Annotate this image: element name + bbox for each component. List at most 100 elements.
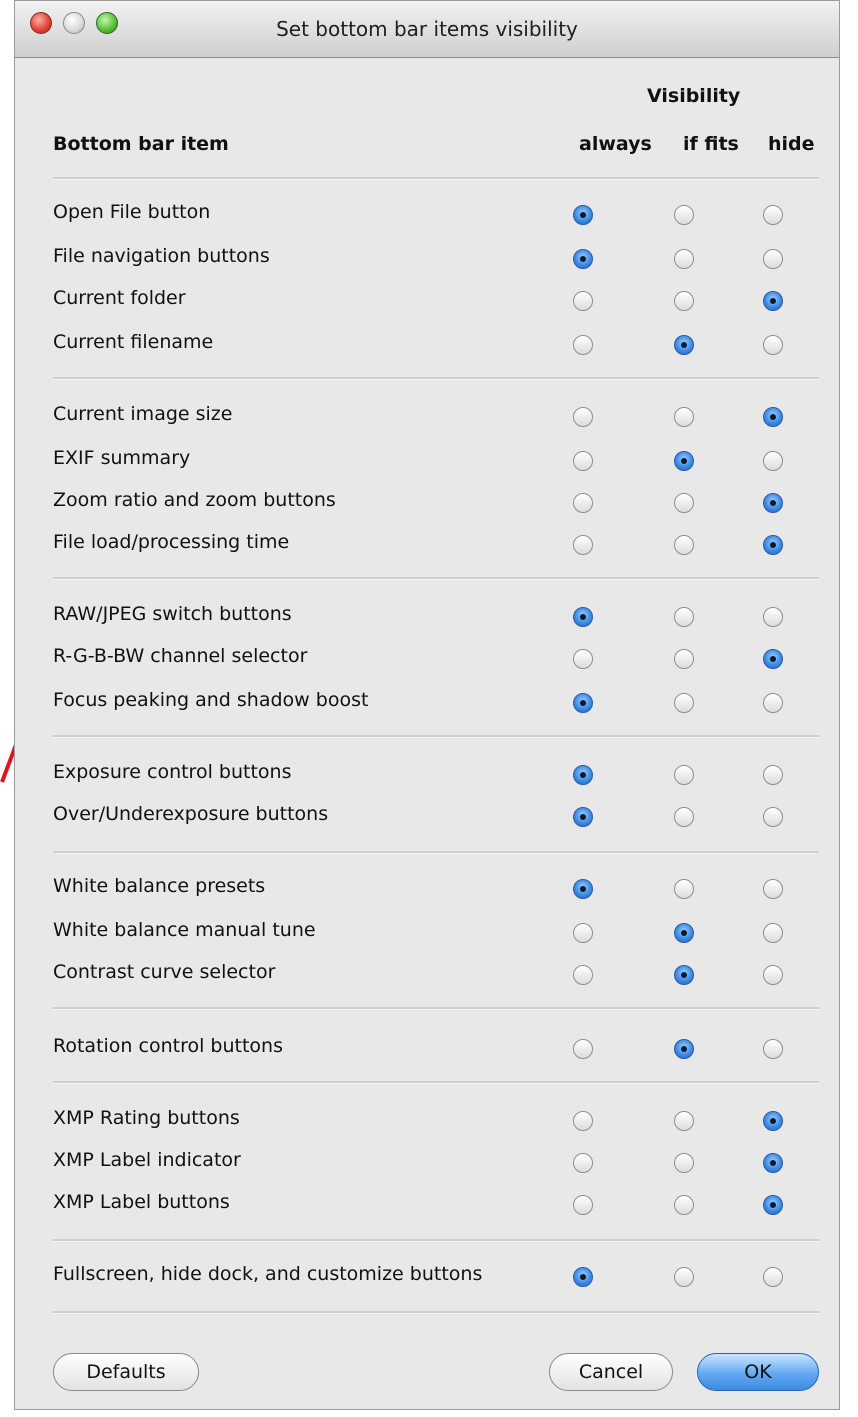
radio-hide[interactable] [763, 807, 783, 827]
radio-if-fits[interactable] [674, 1039, 694, 1059]
row-label: XMP Label indicator [53, 1149, 241, 1171]
row-label: Exposure control buttons [53, 761, 292, 783]
radio-always[interactable] [573, 879, 593, 899]
radio-if-fits[interactable] [674, 535, 694, 555]
radio-always[interactable] [573, 923, 593, 943]
radio-if-fits[interactable] [674, 335, 694, 355]
row-label: Current folder [53, 287, 186, 309]
radio-if-fits[interactable] [674, 1153, 694, 1173]
radio-hide[interactable] [763, 879, 783, 899]
radio-always[interactable] [573, 1153, 593, 1173]
group-separator [53, 1007, 819, 1010]
radio-if-fits[interactable] [674, 291, 694, 311]
radio-if-fits[interactable] [674, 965, 694, 985]
radio-always[interactable] [573, 1267, 593, 1287]
row-label: Contrast curve selector [53, 961, 276, 983]
radio-hide[interactable] [763, 205, 783, 225]
radio-hide[interactable] [763, 607, 783, 627]
row-label: RAW/JPEG switch buttons [53, 603, 292, 625]
radio-if-fits[interactable] [674, 607, 694, 627]
row-label: Focus peaking and shadow boost [53, 689, 369, 711]
row-label: White balance presets [53, 875, 266, 897]
radio-hide[interactable] [763, 1039, 783, 1059]
radio-always[interactable] [573, 607, 593, 627]
radio-if-fits[interactable] [674, 205, 694, 225]
radio-if-fits[interactable] [674, 249, 694, 269]
radio-always[interactable] [573, 493, 593, 513]
row-label: File navigation buttons [53, 245, 270, 267]
radio-if-fits[interactable] [674, 1267, 694, 1287]
row-label: Fullscreen, hide dock, and customize but… [53, 1263, 483, 1285]
radio-hide[interactable] [763, 923, 783, 943]
radio-always[interactable] [573, 807, 593, 827]
item-column-header: Bottom bar item [53, 133, 229, 155]
ok-button[interactable]: OK [697, 1353, 819, 1391]
radio-if-fits[interactable] [674, 407, 694, 427]
row-label: Over/Underexposure buttons [53, 803, 329, 825]
title-bar[interactable]: Set bottom bar items visibility [15, 1, 839, 58]
radio-always[interactable] [573, 649, 593, 669]
window-title: Set bottom bar items visibility [276, 17, 578, 41]
row-label: Current image size [53, 403, 233, 425]
radio-always[interactable] [573, 765, 593, 785]
radio-hide[interactable] [763, 965, 783, 985]
radio-if-fits[interactable] [674, 1195, 694, 1215]
radio-hide[interactable] [763, 649, 783, 669]
radio-always[interactable] [573, 965, 593, 985]
group-separator [53, 377, 819, 380]
radio-hide[interactable] [763, 451, 783, 471]
cancel-button[interactable]: Cancel [549, 1353, 673, 1391]
radio-always[interactable] [573, 407, 593, 427]
group-separator [53, 1239, 819, 1242]
row-label: Rotation control buttons [53, 1035, 283, 1057]
radio-always[interactable] [573, 1039, 593, 1059]
radio-hide[interactable] [763, 1267, 783, 1287]
radio-always[interactable] [573, 1195, 593, 1215]
group-separator [53, 1081, 819, 1084]
row-label: Open File button [53, 201, 211, 223]
radio-if-fits[interactable] [674, 1111, 694, 1131]
radio-hide[interactable] [763, 1153, 783, 1173]
row-label: EXIF summary [53, 447, 191, 469]
group-separator [53, 177, 819, 180]
always-column-header: always [579, 133, 652, 155]
radio-hide[interactable] [763, 1195, 783, 1215]
visibility-header: Visibility [647, 85, 741, 107]
radio-if-fits[interactable] [674, 693, 694, 713]
radio-hide[interactable] [763, 407, 783, 427]
radio-if-fits[interactable] [674, 807, 694, 827]
row-label: Zoom ratio and zoom buttons [53, 489, 336, 511]
radio-if-fits[interactable] [674, 451, 694, 471]
radio-hide[interactable] [763, 291, 783, 311]
radio-hide[interactable] [763, 493, 783, 513]
radio-always[interactable] [573, 205, 593, 225]
radio-always[interactable] [573, 1111, 593, 1131]
radio-hide[interactable] [763, 693, 783, 713]
hide-column-header: hide [768, 133, 815, 155]
radio-if-fits[interactable] [674, 923, 694, 943]
radio-if-fits[interactable] [674, 765, 694, 785]
row-label: XMP Rating buttons [53, 1107, 240, 1129]
radio-hide[interactable] [763, 1111, 783, 1131]
radio-hide[interactable] [763, 765, 783, 785]
group-separator [53, 735, 819, 738]
radio-always[interactable] [573, 291, 593, 311]
radio-hide[interactable] [763, 535, 783, 555]
radio-always[interactable] [573, 693, 593, 713]
radio-always[interactable] [573, 451, 593, 471]
row-label: File load/processing time [53, 531, 290, 553]
defaults-button[interactable]: Defaults [53, 1353, 199, 1391]
radio-if-fits[interactable] [674, 493, 694, 513]
row-label: R-G-B-BW channel selector [53, 645, 308, 667]
radio-hide[interactable] [763, 335, 783, 355]
row-label: White balance manual tune [53, 919, 316, 941]
radio-hide[interactable] [763, 249, 783, 269]
row-label: XMP Label buttons [53, 1191, 230, 1213]
radio-if-fits[interactable] [674, 649, 694, 669]
group-separator [53, 577, 819, 580]
radio-always[interactable] [573, 335, 593, 355]
dialog-window: Set bottom bar items visibility Visibili… [14, 0, 840, 1410]
radio-always[interactable] [573, 249, 593, 269]
radio-always[interactable] [573, 535, 593, 555]
radio-if-fits[interactable] [674, 879, 694, 899]
